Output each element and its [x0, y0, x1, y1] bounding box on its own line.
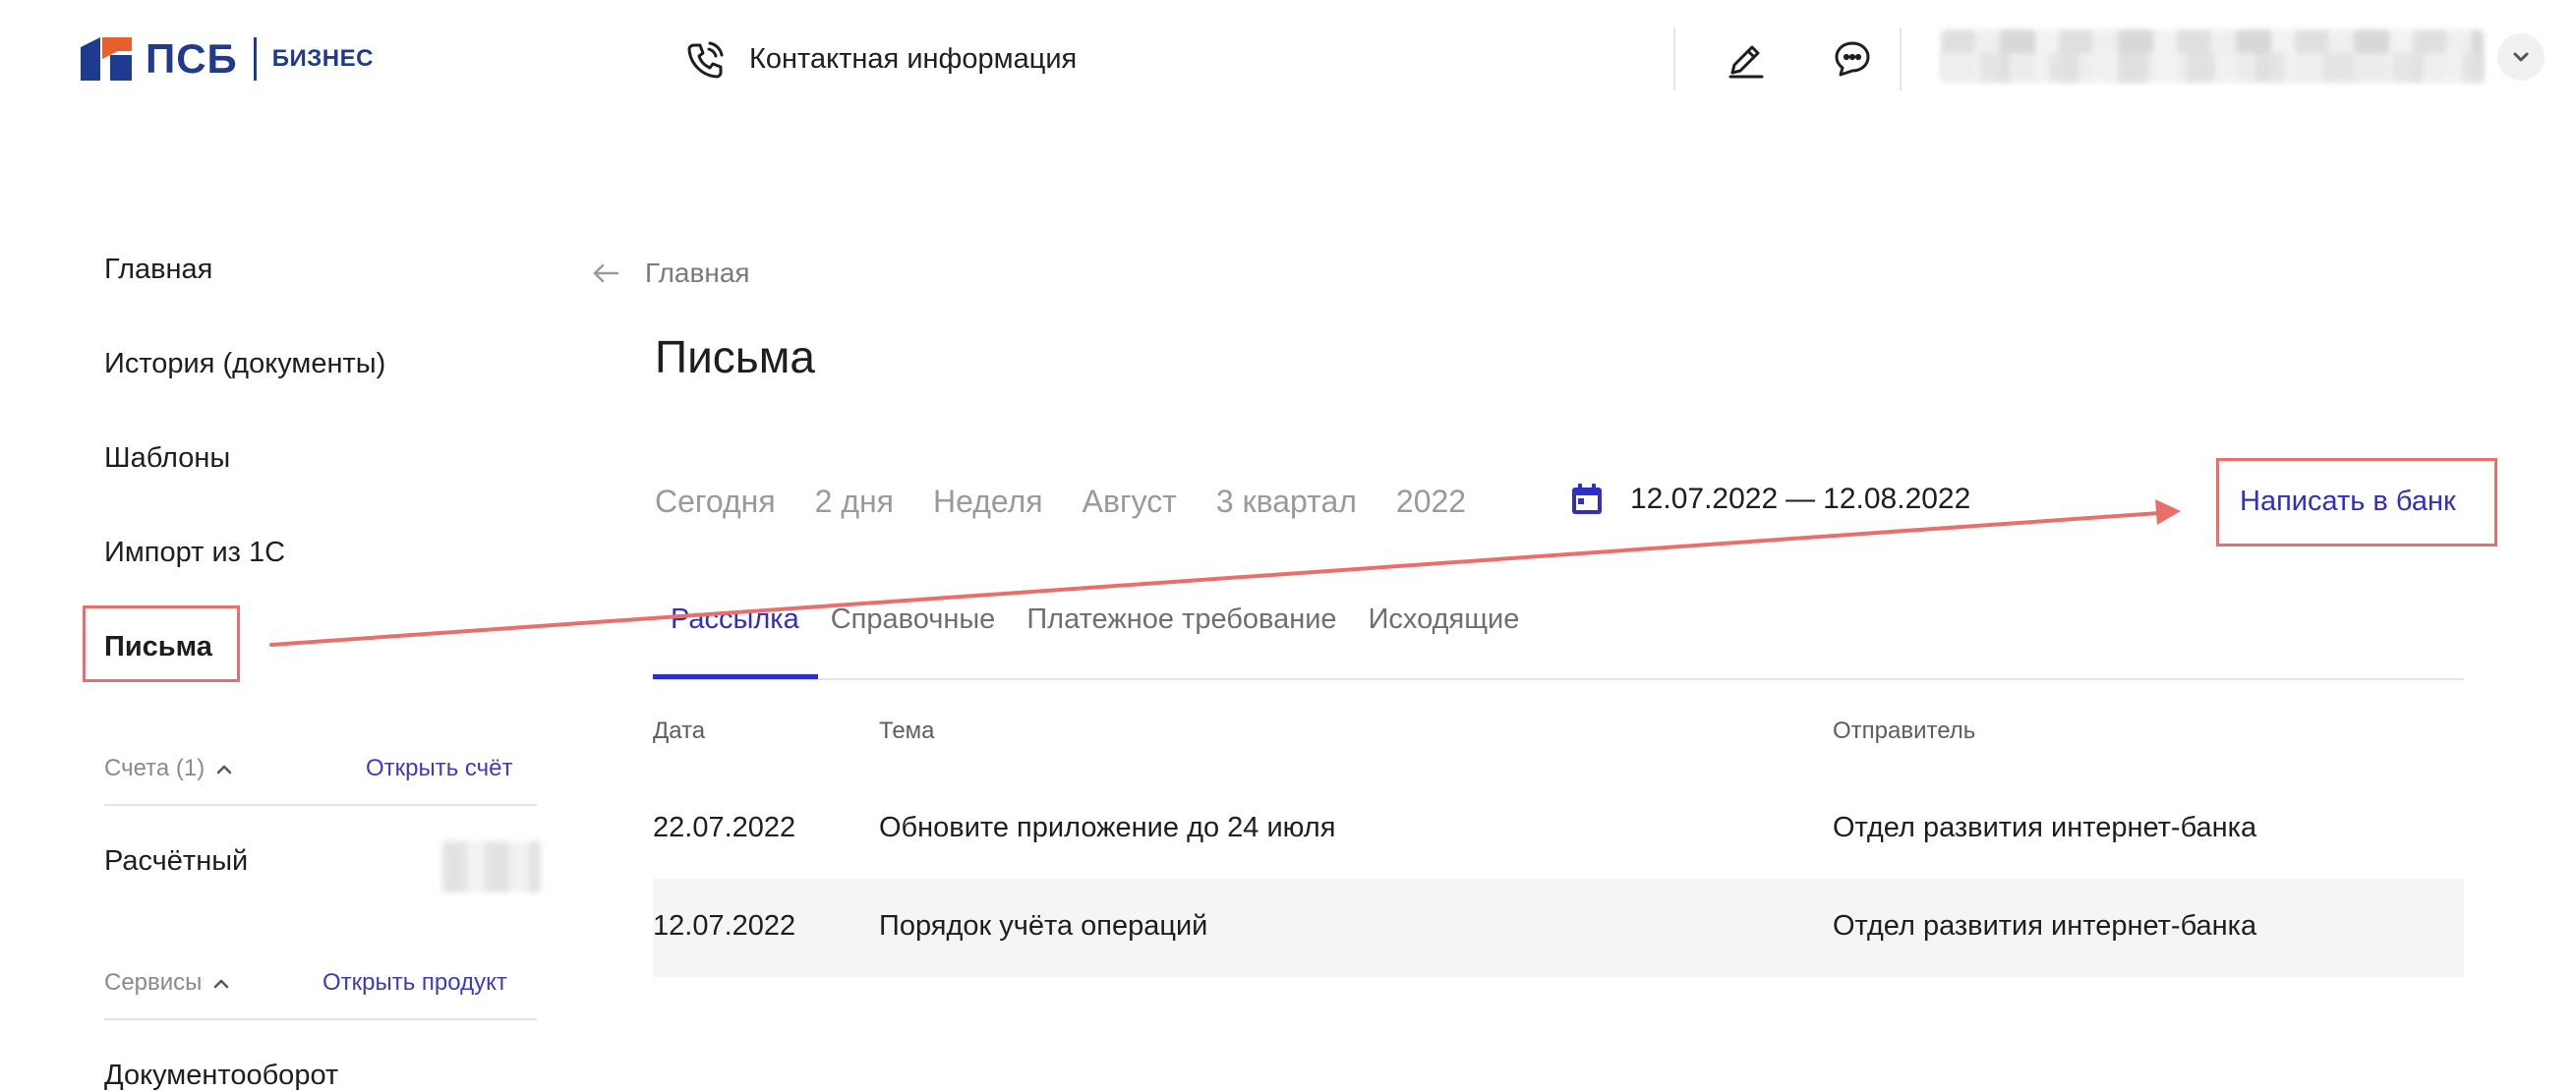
- sidebar-item-home[interactable]: Главная: [104, 254, 212, 286]
- logo-divider: [253, 37, 257, 81]
- breadcrumb-label: Главная: [645, 258, 750, 288]
- write-to-bank-link[interactable]: Написать в банк: [2240, 486, 2456, 518]
- calendar-icon: [1572, 484, 1602, 514]
- services-section-toggle[interactable]: Сервисы: [104, 969, 231, 997]
- cell-date: 22.07.2022: [653, 812, 796, 843]
- sidebar-item-import-1c[interactable]: Импорт из 1С: [104, 537, 285, 569]
- cell-sender: Отдел развития интернет-банка: [1833, 812, 2257, 843]
- open-account-link[interactable]: Открыть счёт: [366, 755, 513, 782]
- psb-logo-icon: [81, 37, 132, 81]
- sidebar-item-history[interactable]: История (документы): [104, 348, 385, 380]
- chat-icon[interactable]: [1829, 35, 1876, 83]
- period-today[interactable]: Сегодня: [655, 484, 776, 520]
- header-divider: [1900, 28, 1902, 90]
- accounts-section-label: Счета (1): [104, 755, 205, 781]
- tab-outgoing[interactable]: Исходящие: [1369, 603, 1520, 636]
- section-divider: [104, 804, 537, 806]
- chevron-up-icon: [216, 765, 232, 775]
- letters-tabs: Рассылка Справочные Платежное требование…: [671, 603, 1519, 636]
- sidebar-item-letters[interactable]: Письма: [104, 631, 212, 663]
- contact-info-link[interactable]: Контактная информация: [684, 37, 1077, 81]
- account-item-settlement[interactable]: Расчётный: [104, 845, 248, 878]
- tab-payment-request[interactable]: Платежное требование: [1026, 603, 1336, 636]
- period-month[interactable]: Август: [1083, 484, 1177, 520]
- page-title: Письма: [655, 331, 815, 382]
- account-balance-blurred: [442, 841, 541, 892]
- arrow-left-icon: [593, 263, 619, 283]
- phone-icon: [687, 41, 724, 79]
- period-filter: Сегодня 2 дня Неделя Август 3 квартал 20…: [655, 484, 1466, 520]
- section-divider: [104, 1018, 537, 1020]
- date-separator: —: [1786, 483, 1816, 515]
- open-product-link[interactable]: Открыть продукт: [322, 969, 507, 997]
- table-row[interactable]: 12.07.2022 Порядок учёта операций Отдел …: [653, 879, 2464, 977]
- column-header-sender[interactable]: Отправитель: [1833, 718, 1975, 745]
- column-header-date[interactable]: Дата: [653, 718, 705, 745]
- breadcrumb-back[interactable]: Главная: [592, 258, 750, 289]
- logo-text: ПСБ: [146, 35, 238, 82]
- tabs-divider: [653, 678, 2464, 680]
- period-2-days[interactable]: 2 дня: [815, 484, 894, 520]
- service-item-document-flow[interactable]: Документооборот: [104, 1060, 338, 1092]
- sidebar-item-templates[interactable]: Шаблоны: [104, 442, 230, 475]
- period-year[interactable]: 2022: [1396, 484, 1466, 520]
- user-menu-toggle[interactable]: [2497, 33, 2545, 81]
- user-org-blurred: [1941, 53, 2484, 83]
- table-row[interactable]: 22.07.2022 Обновите приложение до 24 июл…: [653, 796, 2464, 873]
- psb-business-logo[interactable]: ПСБ БИЗНЕС: [81, 33, 374, 85]
- contact-info-label: Контактная информация: [749, 42, 1078, 75]
- header-divider: [1673, 28, 1675, 90]
- period-quarter[interactable]: 3 квартал: [1216, 484, 1357, 520]
- date-from: 12.07.2022: [1630, 483, 1779, 515]
- edit-icon[interactable]: [1723, 35, 1770, 83]
- active-tab-indicator: [653, 674, 818, 679]
- cell-subject: Порядок учёта операций: [879, 910, 1208, 942]
- tab-reference[interactable]: Справочные: [831, 603, 996, 636]
- chevron-up-icon: [214, 979, 229, 989]
- date-range-picker[interactable]: 12.07.2022—12.08.2022: [1569, 482, 1970, 517]
- logo-subtitle: БИЗНЕС: [271, 45, 374, 72]
- cell-sender: Отдел развития интернет-банка: [1833, 910, 2257, 942]
- period-week[interactable]: Неделя: [933, 484, 1043, 520]
- column-header-subject[interactable]: Тема: [879, 718, 935, 745]
- tab-mailing[interactable]: Рассылка: [671, 603, 799, 636]
- chevron-down-icon: [2513, 52, 2529, 62]
- cell-subject: Обновите приложение до 24 июля: [879, 812, 1336, 843]
- date-to: 12.08.2022: [1823, 483, 1971, 515]
- cell-date: 12.07.2022: [653, 910, 796, 942]
- accounts-section-toggle[interactable]: Счета (1): [104, 755, 234, 782]
- services-section-label: Сервисы: [104, 969, 203, 996]
- date-range-text: 12.07.2022—12.08.2022: [1630, 483, 1970, 516]
